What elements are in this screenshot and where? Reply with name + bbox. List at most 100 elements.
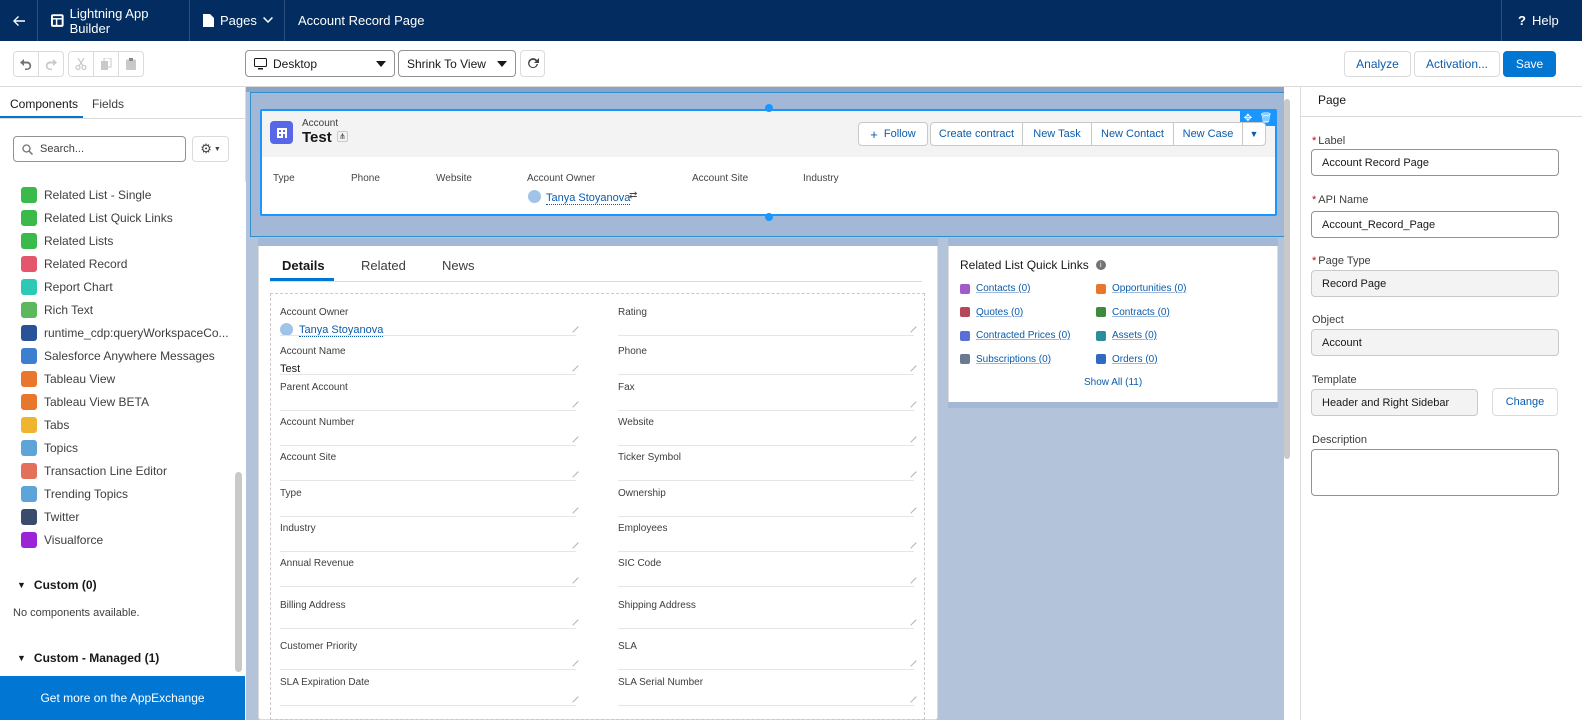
chevron-down-icon: ▼ [213,145,221,153]
help-icon: ? [1518,13,1526,28]
tab-details[interactable]: Details [282,258,325,273]
quick-link-label: Quotes (0) [976,306,1024,318]
quick-link[interactable]: Contracted Prices (0) [960,330,1070,341]
plus-icon: + [870,126,878,142]
more-actions-button[interactable]: ▼ [1242,122,1266,146]
component-item[interactable]: Tableau View [21,369,115,389]
field-label: Account Name [280,346,346,357]
canvas-scrollbar-thumb[interactable] [1284,99,1290,459]
change-owner-icon[interactable]: ⇄ [629,190,637,201]
component-item[interactable]: Transaction Line Editor [21,461,167,481]
new-contact-button[interactable]: New Contact [1091,122,1174,146]
label-field-label: * Label [1312,135,1346,147]
component-icon [21,325,37,341]
scrollbar-track[interactable] [233,182,246,720]
show-all-link[interactable]: Show All (11) [1084,377,1142,388]
quick-link[interactable]: Contracts (0) [1096,307,1170,318]
device-select-value: Desktop [273,56,318,71]
component-item[interactable]: Tabs [21,415,69,435]
undo-button[interactable] [13,51,39,77]
paste-button[interactable] [118,51,144,77]
search-input[interactable]: Search... [40,143,84,155]
dropdown-caret-icon [376,61,386,67]
quick-link[interactable]: Assets (0) [1096,330,1157,341]
tab-fields[interactable]: Fields [92,97,124,111]
tab-components[interactable]: Components [10,97,78,111]
component-item[interactable]: runtime_cdp:queryWorkspaceCo... [21,323,229,343]
component-item[interactable]: Related List - Single [21,185,151,205]
activation-button[interactable]: Activation... [1414,51,1500,77]
field-label: Shipping Address [618,600,696,611]
chevron-down-icon: ▼ [17,653,26,663]
custom-managed-section-label: Custom - Managed (1) [33,651,160,665]
component-search-box[interactable]: Search... [13,136,186,162]
component-item[interactable]: Tableau View BETA [21,392,149,412]
highlight-type: Type [273,173,295,184]
field-divider [280,516,576,517]
field-label: Fax [618,382,635,393]
component-item[interactable]: Related Record [21,254,127,274]
field-divider [618,516,914,517]
components-panel: Components Fields Search... ⚙ ▼ Related … [0,87,246,720]
component-item[interactable]: Salesforce Anywhere Messages [21,346,215,366]
component-item[interactable]: Twitter [21,507,79,527]
cut-button[interactable] [68,51,94,77]
resize-handle-bottom[interactable] [765,213,773,221]
component-item[interactable]: Rich Text [21,300,93,320]
cut-icon [75,58,87,70]
component-item[interactable]: Visualforce [21,530,103,550]
description-textarea[interactable] [1311,449,1559,496]
back-button[interactable] [0,0,38,41]
device-select[interactable]: Desktop [245,50,395,77]
component-label: Related Lists [44,234,114,248]
highlight-owner-link[interactable]: Tanya Stoyanova [546,192,631,205]
hierarchy-icon[interactable]: ⋔ [337,131,348,142]
new-task-button[interactable]: New Task [1022,122,1092,146]
custom-managed-section-header[interactable]: ▼ Custom - Managed (1) [17,651,159,665]
field-label: Customer Priority [280,641,358,652]
resize-handle-top[interactable] [765,104,773,112]
redo-button[interactable] [38,51,64,77]
component-icon [21,233,37,249]
tab-news[interactable]: News [442,258,475,273]
field-divider [618,628,914,629]
back-arrow-icon [12,15,25,26]
label-input[interactable]: Account Record Page [1311,149,1559,176]
view-select[interactable]: Shrink To View [398,50,516,77]
new-case-button[interactable]: New Case [1173,122,1243,146]
custom-section-header[interactable]: ▼ Custom (0) [17,578,97,592]
copy-button[interactable] [93,51,119,77]
scrollbar-thumb[interactable] [235,472,242,672]
settings-menu-button[interactable]: ⚙ ▼ [192,136,229,162]
quick-link[interactable]: Contacts (0) [960,283,1030,294]
component-item[interactable]: Related Lists [21,231,113,251]
quick-link[interactable]: Quotes (0) [960,307,1023,318]
component-item[interactable]: Report Chart [21,277,113,297]
api-name-input[interactable]: Account_Record_Page [1311,211,1559,238]
save-button[interactable]: Save [1503,51,1556,77]
refresh-button[interactable] [520,50,545,77]
quick-link[interactable]: Opportunities (0) [1096,283,1186,294]
top-bar: Lightning App Builder Pages Account Reco… [0,0,1582,41]
field-label: Parent Account [280,382,348,393]
component-label: Topics [44,441,79,455]
canvas-scrollbar[interactable] [1284,87,1290,720]
quick-link[interactable]: Subscriptions (0) [960,354,1051,365]
template-input: Header and Right Sidebar [1311,389,1478,416]
component-item[interactable]: Trending Topics [21,484,128,504]
help-button[interactable]: ? Help [1501,0,1582,41]
component-item[interactable]: Related List Quick Links [21,208,173,228]
record-detail-component[interactable] [270,293,925,720]
appexchange-button[interactable]: Get more on the AppExchange [0,676,245,720]
quick-link[interactable]: Orders (0) [1096,354,1158,365]
follow-button[interactable]: + Follow [858,122,928,146]
component-label: Related List - Single [44,188,152,202]
create-contract-button[interactable]: Create contract [930,122,1023,146]
analyze-button[interactable]: Analyze [1344,51,1411,77]
pages-menu[interactable]: Pages [190,0,285,41]
tab-related[interactable]: Related [361,258,406,273]
field-divider [618,445,914,446]
change-template-button[interactable]: Change [1492,388,1558,416]
component-item[interactable]: Topics [21,438,78,458]
field-divider [280,586,576,587]
